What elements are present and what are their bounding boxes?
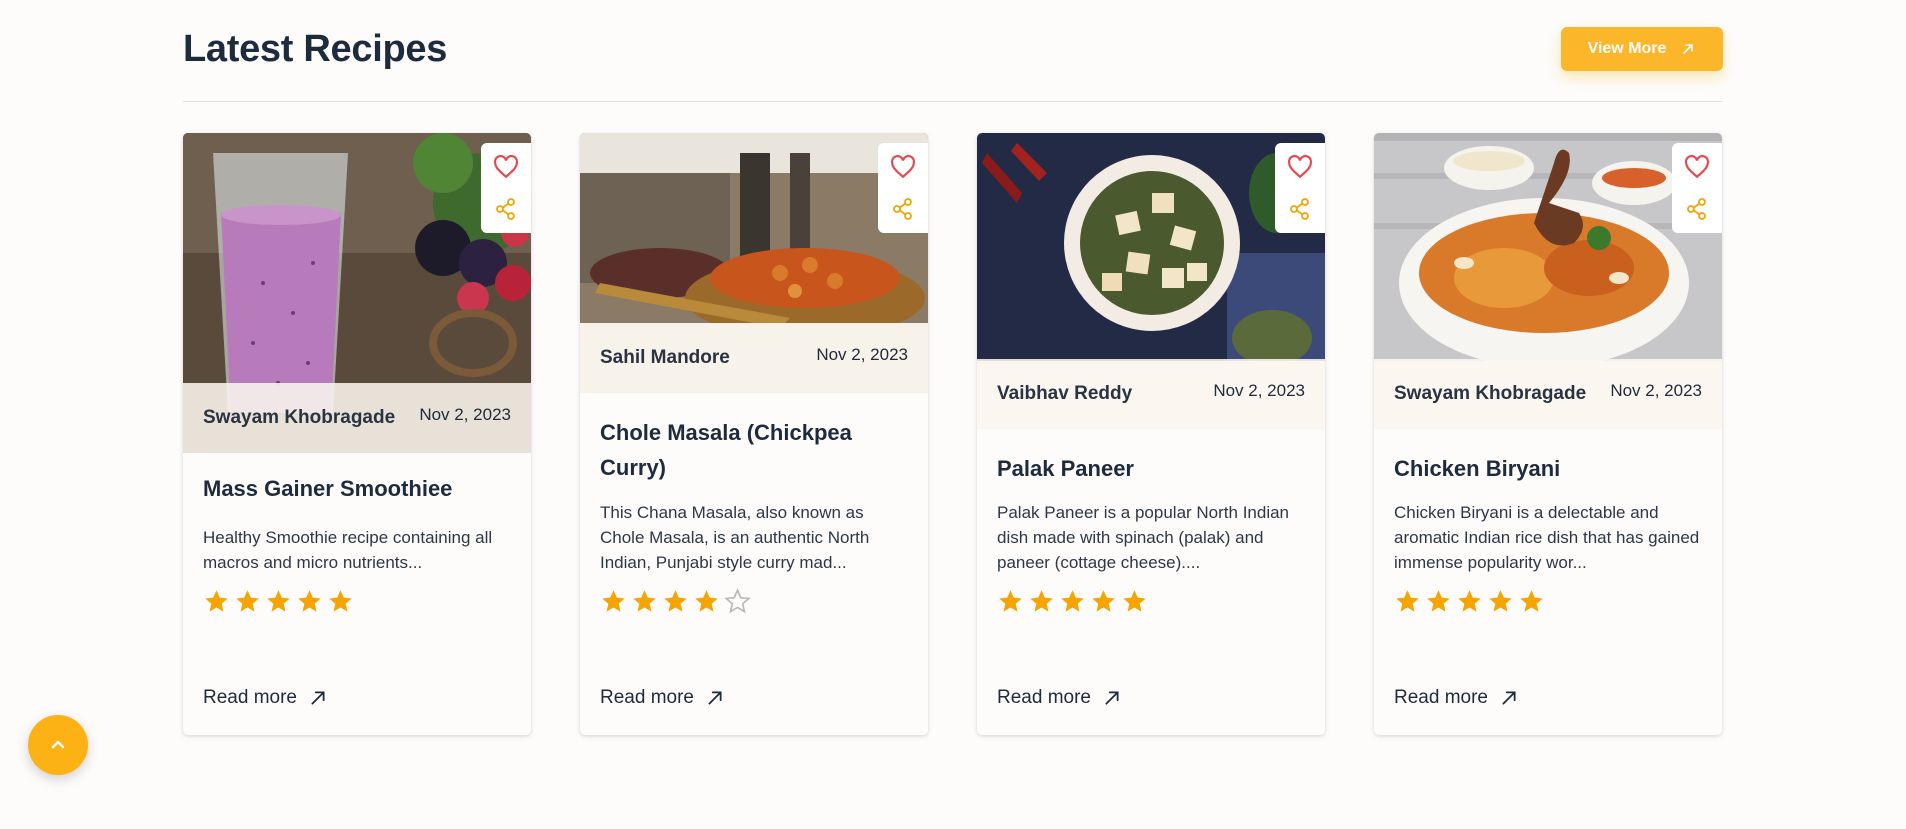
rating-stars [203,588,354,615]
heart-icon [1288,155,1312,179]
author-name: Sahil Mandore [600,347,730,368]
read-more-link[interactable]: Read more [997,687,1121,709]
share-button[interactable] [1286,195,1314,223]
read-more-label: Read more [600,687,694,708]
card-actions [481,143,531,233]
share-button[interactable] [1683,195,1711,223]
share-icon [496,198,515,220]
recipe-description: This Chana Masala, also known as Chole M… [600,503,870,572]
favorite-button[interactable] [889,153,917,181]
section-title: Latest Recipes [183,28,448,70]
heart-icon [494,155,518,179]
recipe-title[interactable]: Palak Paneer [997,451,1297,486]
star-icon [1061,590,1084,612]
read-more-link[interactable]: Read more [203,687,327,709]
recipe-image[interactable] [977,133,1325,361]
favorite-button[interactable] [492,153,520,181]
arrow-up-right-icon [311,691,325,705]
share-icon [893,198,912,220]
star-icon [1489,590,1512,612]
star-icon [298,590,321,612]
star-icon [1458,590,1481,612]
arrow-up-right-icon [1683,44,1694,54]
recipe-description: Chicken Biryani is a delectable and arom… [1394,503,1700,572]
star-icon [633,590,656,612]
recipe-card: Swayam Khobragade Nov 2, 2023 Mass Gaine… [183,133,531,735]
post-date: Nov 2, 2023 [419,405,511,424]
recipe-title[interactable]: Chole Masala (Chickpea Curry) [600,415,900,485]
post-date: Nov 2, 2023 [1610,381,1702,400]
star-icon [1092,590,1115,612]
card-actions [1275,143,1325,233]
card-actions [1672,143,1722,233]
star-icon [1396,590,1419,612]
recipe-card: Swayam Khobragade Nov 2, 2023 Chicken Bi… [1374,133,1722,735]
star-icon [664,590,687,612]
star-icon [205,590,228,612]
favorite-button[interactable] [1286,153,1314,181]
card-meta: Swayam Khobragade Nov 2, 2023 [1374,359,1722,429]
card-meta: Sahil Mandore Nov 2, 2023 [580,323,928,393]
recipe-image[interactable] [1374,133,1722,361]
star-icon [602,590,625,612]
read-more-label: Read more [997,687,1091,708]
star-icon [695,590,718,612]
recipe-card: Sahil Mandore Nov 2, 2023 Chole Masala (… [580,133,928,735]
heart-icon [1685,155,1709,179]
star-icon [236,590,259,612]
arrow-up-right-icon [708,691,722,705]
rating-stars [1394,588,1545,615]
card-meta: Swayam Khobragade Nov 2, 2023 [183,383,531,453]
read-more-label: Read more [1394,687,1488,708]
share-icon [1290,198,1309,220]
star-icon [1123,590,1146,612]
author-name: Swayam Khobragade [203,407,396,428]
heart-icon [891,155,915,179]
card-actions [878,143,928,233]
arrow-up-right-icon [1105,691,1119,705]
read-more-link[interactable]: Read more [1394,687,1518,709]
star-icon [1030,590,1053,612]
recipe-description: Healthy Smoothie recipe containing all m… [203,528,493,572]
rating-stars [600,588,751,615]
star-icon [267,590,290,612]
recipe-card: Vaibhav Reddy Nov 2, 2023 Palak Paneer P… [977,133,1325,735]
post-date: Nov 2, 2023 [816,345,908,364]
recipe-title[interactable]: Chicken Biryani [1394,451,1694,486]
star-icon [329,590,352,612]
favorite-button[interactable] [1683,153,1711,181]
share-button[interactable] [889,195,917,223]
arrow-up-right-icon [1502,691,1516,705]
star-icon [1427,590,1450,612]
share-button[interactable] [492,195,520,223]
star-icon [724,588,751,614]
post-date: Nov 2, 2023 [1213,381,1305,400]
rating-stars [997,588,1148,615]
view-more-button[interactable]: View More [1561,27,1723,71]
author-name: Vaibhav Reddy [997,383,1133,404]
share-icon [1687,198,1706,220]
section-header: Latest Recipes View More [183,24,1723,102]
card-meta: Vaibhav Reddy Nov 2, 2023 [977,359,1325,429]
read-more-link[interactable]: Read more [600,687,724,709]
recipe-card-list: Swayam Khobragade Nov 2, 2023 Mass Gaine… [183,133,1723,735]
star-icon [1520,590,1543,612]
read-more-label: Read more [203,687,297,708]
recipe-title[interactable]: Mass Gainer Smoothiee [203,471,503,506]
scroll-to-top-button[interactable] [28,715,88,775]
view-more-label: View More [1587,40,1667,57]
star-icon [999,590,1022,612]
author-name: Swayam Khobragade [1394,383,1587,404]
recipe-description: Palak Paneer is a popular North Indian d… [997,503,1290,572]
chevron-up-icon [51,740,65,749]
